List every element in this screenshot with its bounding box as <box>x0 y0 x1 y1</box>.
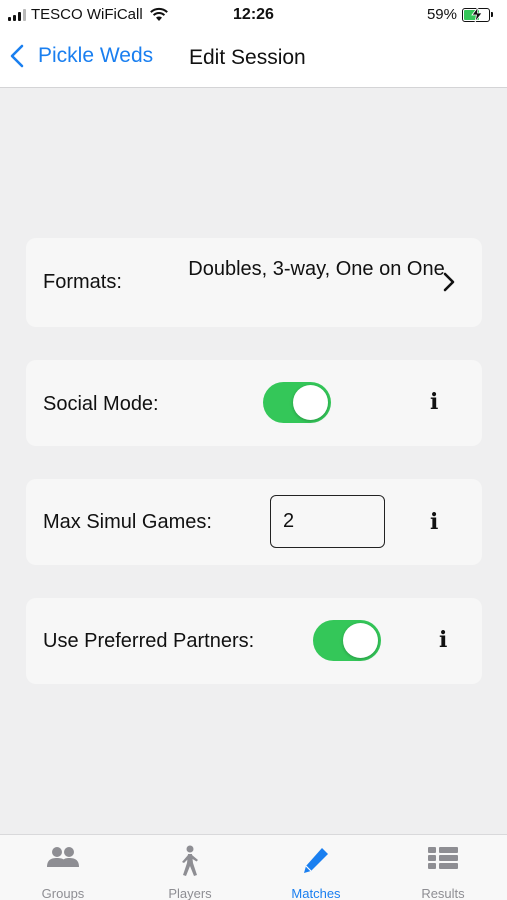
results-icon <box>428 847 458 869</box>
tab-players[interactable]: Players <box>127 835 253 900</box>
social-mode-label: Social Mode: <box>43 393 159 415</box>
charging-bolt-icon <box>471 6 483 22</box>
chevron-right-icon[interactable] <box>442 271 456 293</box>
preferred-partners-toggle[interactable] <box>313 620 381 661</box>
battery-icon <box>462 6 490 22</box>
max-simul-games-label: Max Simul Games: <box>43 511 212 533</box>
social-mode-row: Social Mode: i <box>26 360 482 446</box>
tab-label: Players <box>168 886 212 900</box>
formats-label: Formats: <box>43 271 122 293</box>
chevron-left-icon <box>10 44 24 68</box>
tab-label: Matches <box>291 886 341 900</box>
matches-icon <box>304 848 328 873</box>
social-mode-info-icon[interactable]: i <box>430 389 438 415</box>
page-title: Edit Session <box>189 46 306 69</box>
max-simul-games-row: Max Simul Games: i <box>26 479 482 565</box>
navigation-bar: Pickle Weds Edit Session <box>0 32 507 88</box>
tab-bar: Groups Players Matches Results <box>0 834 507 900</box>
preferred-partners-label: Use Preferred Partners: <box>43 630 255 652</box>
preferred-partners-info-icon[interactable]: i <box>439 627 447 653</box>
status-bar: TESCO WiFiCall 12:26 59% <box>0 0 507 32</box>
status-right: 59% <box>427 6 493 23</box>
toggle-knob <box>293 385 328 420</box>
max-simul-games-input[interactable] <box>270 495 385 548</box>
back-button[interactable]: Pickle Weds <box>10 44 153 68</box>
tab-groups[interactable]: Groups <box>0 835 126 900</box>
tab-label: Results <box>421 886 465 900</box>
battery-tip <box>491 12 493 17</box>
preferred-partners-row: Use Preferred Partners: i <box>26 598 482 684</box>
max-simul-games-info-icon[interactable]: i <box>430 509 438 535</box>
tab-matches[interactable]: Matches <box>253 835 379 900</box>
formats-value: Doubles, 3-way, One on One <box>188 258 445 280</box>
groups-icon <box>47 847 79 867</box>
formats-row[interactable]: Formats: Doubles, 3-way, One on One <box>26 238 482 327</box>
players-icon <box>182 845 198 876</box>
social-mode-toggle[interactable] <box>263 382 331 423</box>
back-button-label: Pickle Weds <box>38 44 154 67</box>
tab-results[interactable]: Results <box>380 835 506 900</box>
tab-label: Groups <box>41 886 85 900</box>
battery-percentage: 59% <box>426 6 457 23</box>
toggle-knob <box>343 623 378 658</box>
